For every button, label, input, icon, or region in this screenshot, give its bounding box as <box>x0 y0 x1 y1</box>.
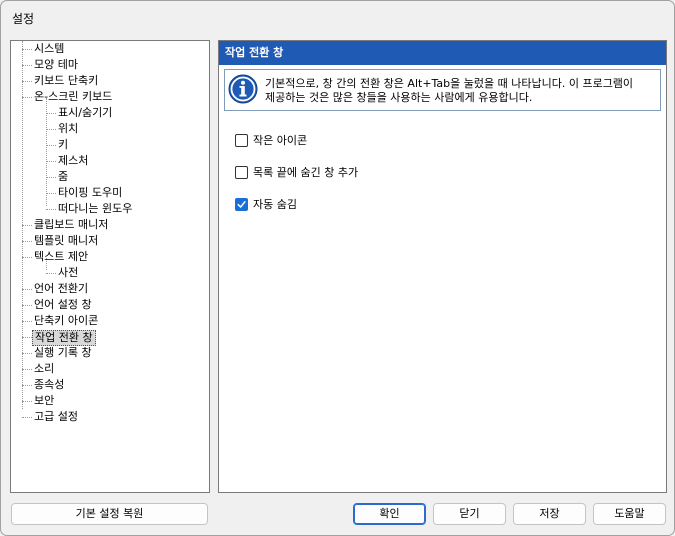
tree-item[interactable]: 텍스트 제안 <box>32 249 90 265</box>
tree-connector <box>46 273 56 274</box>
tree-connector <box>22 353 32 354</box>
option-auto-hide[interactable]: 자동 숨김 <box>235 197 297 213</box>
settings-window: 설정 시스템 모양 테마 키보드 단축키 온-스크린 키보드 표시/숨기기 위치 키 제스처 줌… <box>0 0 675 536</box>
tree-connector <box>22 241 32 242</box>
tree-connector <box>46 129 56 130</box>
tree-item[interactable]: 템플릿 매니저 <box>32 233 100 249</box>
checkbox-small-icons[interactable] <box>235 133 248 147</box>
tree-connector <box>22 65 32 66</box>
tree-item[interactable]: 온-스크린 키보드 <box>32 89 114 105</box>
settings-panel: 작업 전환 창 기본적으로, 창 간의 전환 창은 Alt+Tab을 눌렀을 때… <box>218 40 667 493</box>
tree-connector <box>22 49 32 50</box>
help-button[interactable]: 도움말 <box>593 503 666 525</box>
tree-connector <box>22 225 32 226</box>
tree-connector <box>46 98 47 206</box>
ok-button[interactable]: 확인 <box>353 503 426 525</box>
tree-item[interactable]: 키 <box>56 137 70 153</box>
title-bar: 설정 <box>1 1 674 35</box>
tree-connector <box>22 305 32 306</box>
tree-item[interactable]: 고급 설정 <box>32 409 80 425</box>
option-label: 목록 끝에 숨긴 창 추가 <box>253 166 359 179</box>
tree-item[interactable]: 키보드 단축키 <box>32 73 100 89</box>
tree-connector <box>46 145 56 146</box>
option-small-icons[interactable]: 작은 아이콘 <box>235 133 307 149</box>
panel-header: 작업 전환 창 <box>219 41 666 65</box>
tree-connector <box>46 161 56 162</box>
close-button[interactable]: 닫기 <box>433 503 506 525</box>
info-line-2: 제공하는 것은 많은 창들을 사용하는 사람에게 유용합니다. <box>265 91 533 104</box>
info-text: 기본적으로, 창 간의 전환 창은 Alt+Tab을 눌렀을 때 나타납니다. … <box>265 77 655 105</box>
tree-item[interactable]: 클립보드 매니저 <box>32 217 110 233</box>
tree-item[interactable]: 종속성 <box>32 377 66 393</box>
tree-item[interactable]: 제스처 <box>56 153 90 169</box>
tree-item[interactable]: 단축키 아이콘 <box>32 313 100 329</box>
info-line-1: 기본적으로, 창 간의 전환 창은 Alt+Tab을 눌렀을 때 나타납니다. … <box>265 77 634 90</box>
tree-connector <box>22 97 32 98</box>
option-label: 자동 숨김 <box>253 198 297 211</box>
tree-connector <box>22 321 32 322</box>
tree-item[interactable]: 실행 기록 창 <box>32 345 94 361</box>
tree-item[interactable]: 줌 <box>56 169 70 185</box>
save-button[interactable]: 저장 <box>513 503 586 525</box>
tree-item[interactable]: 언어 설정 창 <box>32 297 94 313</box>
restore-defaults-button[interactable]: 기본 설정 복원 <box>11 503 208 525</box>
tree-item[interactable]: 표시/숨기기 <box>56 105 114 121</box>
tree-connector <box>22 81 32 82</box>
tree-connector <box>22 385 32 386</box>
tree-connector <box>22 289 32 290</box>
tree-item[interactable]: 모양 테마 <box>32 57 80 73</box>
tree-item[interactable]: 사전 <box>56 265 80 281</box>
checkbox-add-hidden-windows[interactable] <box>235 165 248 179</box>
tree-item[interactable]: 작업 전환 창 <box>32 330 96 346</box>
option-label: 작은 아이콘 <box>253 134 308 147</box>
tree-item[interactable]: 보안 <box>32 393 56 409</box>
tree-connector <box>22 369 32 370</box>
tree-connector <box>46 177 56 178</box>
tree-item[interactable]: 타이핑 도우미 <box>56 185 124 201</box>
window-title: 설정 <box>12 12 35 26</box>
tree-connector <box>22 401 32 402</box>
checkbox-auto-hide[interactable] <box>235 197 248 211</box>
settings-tree[interactable]: 시스템 모양 테마 키보드 단축키 온-스크린 키보드 표시/숨기기 위치 키 제스처 줌 타이핑… <box>10 40 210 493</box>
tree-item[interactable]: 언어 전환기 <box>32 281 90 297</box>
info-icon <box>228 74 258 104</box>
tree-connector <box>22 337 32 338</box>
tree-item[interactable]: 소리 <box>32 361 56 377</box>
info-box: 기본적으로, 창 간의 전환 창은 Alt+Tab을 눌렀을 때 나타납니다. … <box>224 69 661 111</box>
tree-item[interactable]: 떠다니는 윈도우 <box>56 201 134 217</box>
tree-connector <box>22 257 32 258</box>
tree-item[interactable]: 시스템 <box>32 41 66 57</box>
checkmark-icon <box>237 200 246 208</box>
tree-connector <box>22 417 32 418</box>
option-add-hidden-windows[interactable]: 목록 끝에 숨긴 창 추가 <box>235 165 358 181</box>
tree-item[interactable]: 위치 <box>56 121 80 137</box>
tree-connector <box>46 193 56 194</box>
tree-connector <box>46 209 56 210</box>
tree-connector <box>46 113 56 114</box>
